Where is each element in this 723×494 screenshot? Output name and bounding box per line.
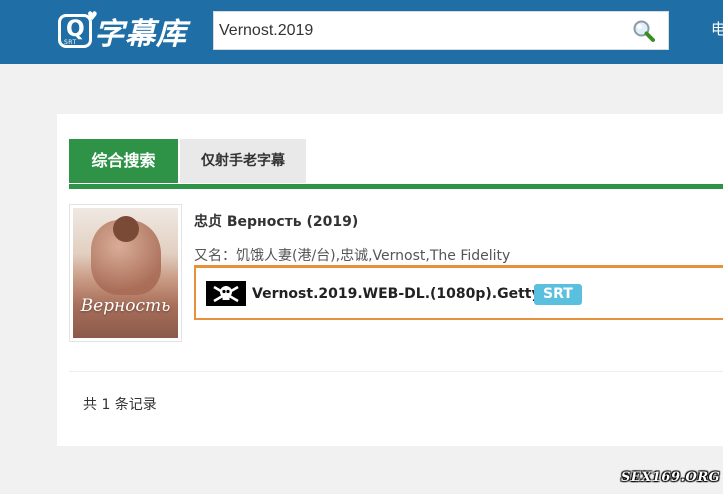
nav-link-partial[interactable]: 电 bbox=[711, 18, 723, 39]
subtitle-file-link[interactable]: Vernost.2019.WEB-DL.(1080p).Getty.zip bbox=[252, 286, 568, 302]
skull-crossbones-icon bbox=[206, 281, 246, 306]
search-box bbox=[213, 11, 669, 50]
watermark: SEX169.ORG bbox=[621, 470, 721, 485]
top-header: Q SRT ♥ 字幕库 电 bbox=[0, 0, 723, 64]
search-input[interactable] bbox=[214, 12, 619, 49]
tab-underline bbox=[69, 184, 723, 189]
search-button[interactable] bbox=[632, 19, 656, 43]
poster-title: Верность bbox=[80, 296, 171, 316]
heart-icon: ♥ bbox=[87, 9, 98, 23]
tab-shooter-only[interactable]: 仅射手老字幕 bbox=[180, 139, 306, 183]
search-results-card: 综合搜索 仅射手老字幕 Верность 忠贞 Верность (2019) … bbox=[57, 114, 723, 446]
format-badge: SRT bbox=[534, 284, 582, 305]
divider bbox=[69, 371, 723, 372]
logo-badge-icon: Q SRT ♥ bbox=[58, 9, 98, 48]
poster-image: Верность bbox=[73, 208, 178, 338]
site-logo[interactable]: Q SRT ♥ 字幕库 bbox=[58, 9, 187, 52]
movie-poster[interactable]: Верность bbox=[69, 204, 182, 342]
movie-title-link[interactable]: 忠贞 Верность (2019) bbox=[194, 211, 358, 231]
record-count: 共 1 条记录 bbox=[83, 397, 157, 413]
tab-general-search[interactable]: 综合搜索 bbox=[69, 139, 178, 183]
subtitle-file-row[interactable]: Vernost.2019.WEB-DL.(1080p).Getty.zip SR… bbox=[194, 265, 723, 320]
search-icon bbox=[633, 20, 655, 42]
logo-text: 字幕库 bbox=[94, 17, 187, 52]
movie-aka: 又名：饥饿人妻(港/台),忠诚,Vernost,The Fidelity bbox=[194, 248, 511, 264]
